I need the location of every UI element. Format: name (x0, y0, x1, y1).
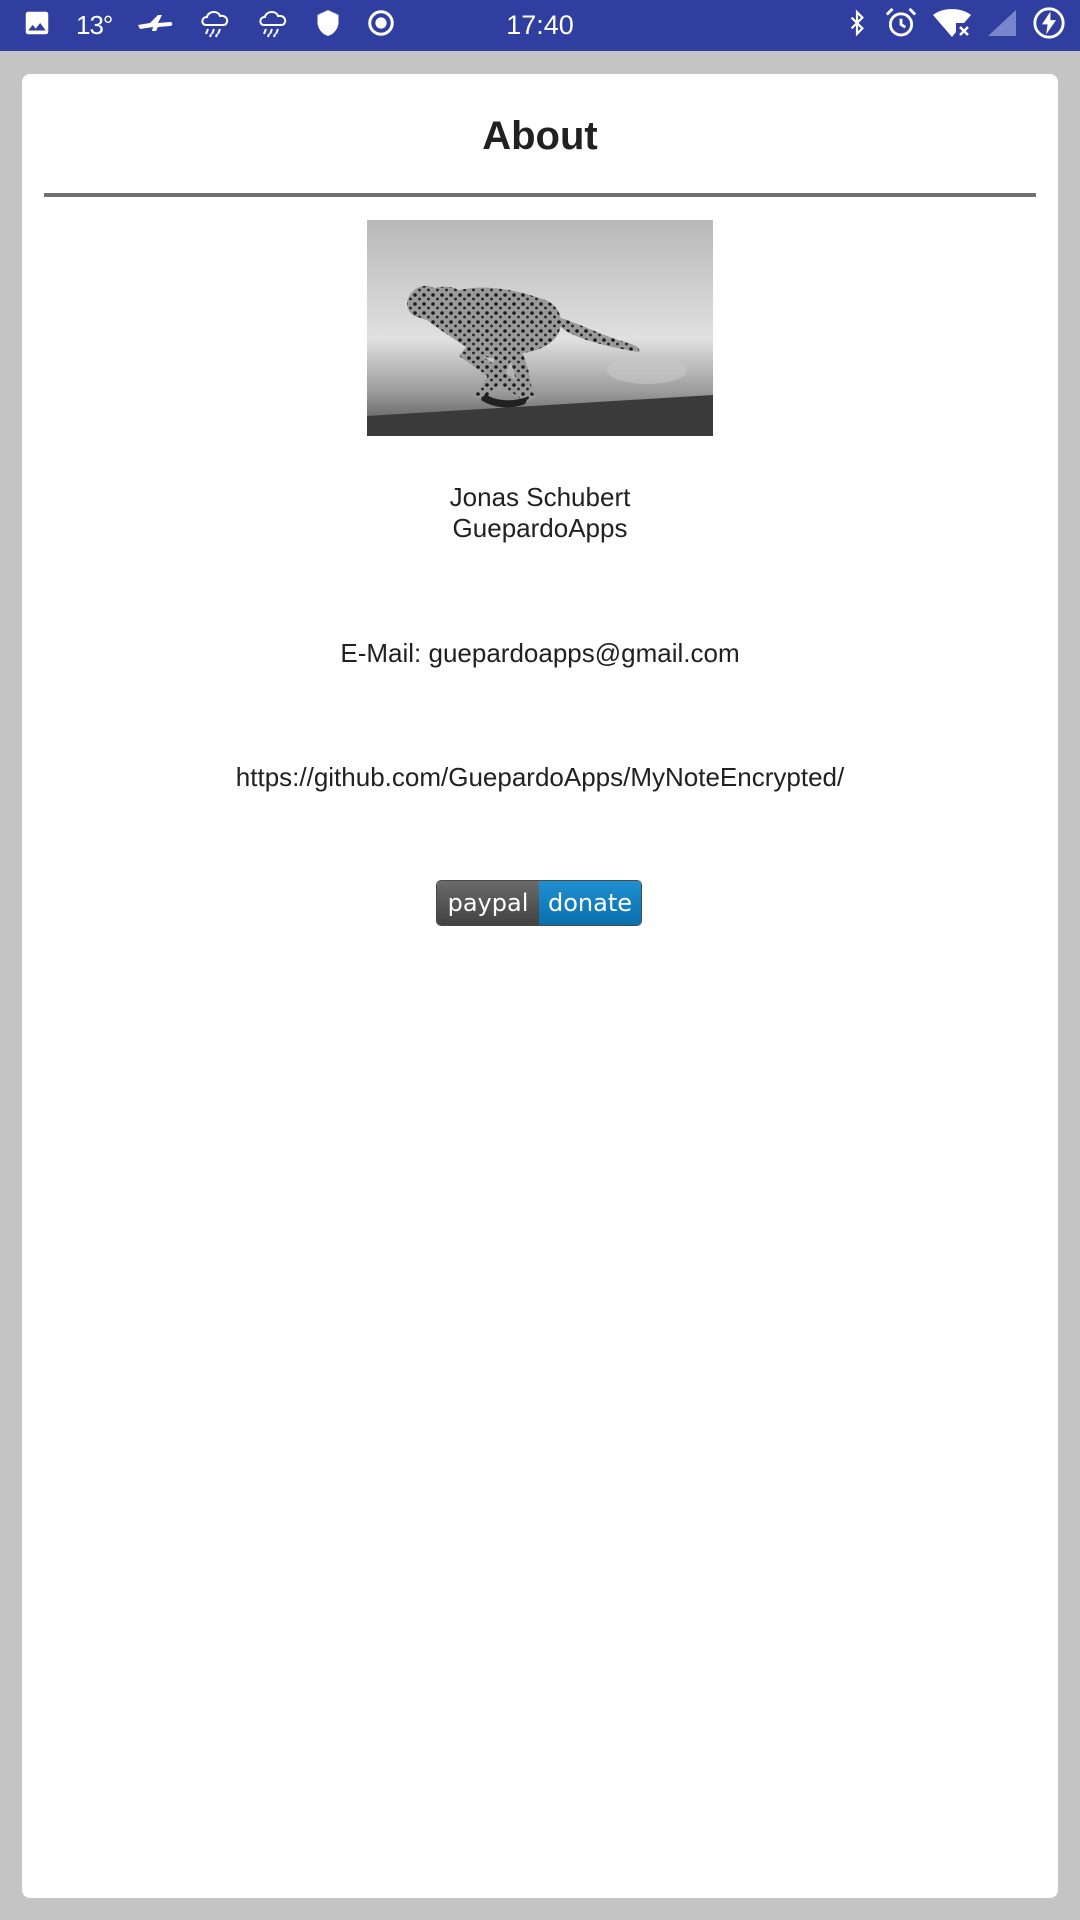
author-name: Jonas Schubert (449, 482, 631, 512)
rain-icon (256, 7, 290, 44)
author-block: Jonas Schubert GuepardoApps (0, 482, 1080, 544)
github-link[interactable]: https://github.com/GuepardoApps/MyNoteEn… (0, 760, 1080, 794)
signal-icon (986, 8, 1018, 43)
page-title: About (482, 114, 598, 158)
gallery-icon (22, 8, 52, 43)
radio-button-icon (366, 8, 396, 43)
temperature-text: 13° (76, 10, 113, 40)
status-bar-left: 13° (22, 0, 420, 51)
airplane-icon (136, 11, 174, 40)
cheetah-photo (367, 220, 713, 436)
wifi-off-icon (932, 7, 972, 44)
title-divider (44, 193, 1036, 197)
rain-icon (198, 7, 232, 44)
company-name: GuepardoApps (452, 513, 628, 543)
donate-label: donate (539, 881, 641, 925)
paypal-donate-button[interactable]: paypal donate (437, 881, 641, 925)
email-link[interactable]: E-Mail: guepardoapps@gmail.com (0, 636, 1080, 670)
shield-icon (314, 8, 342, 43)
bluetooth-icon (844, 7, 870, 44)
paypal-label: paypal (437, 881, 539, 925)
status-bar: 13° 17:40 (0, 0, 1080, 51)
status-bar-right (830, 0, 1066, 51)
battery-charging-icon (1032, 6, 1066, 45)
alarm-icon (884, 6, 918, 45)
